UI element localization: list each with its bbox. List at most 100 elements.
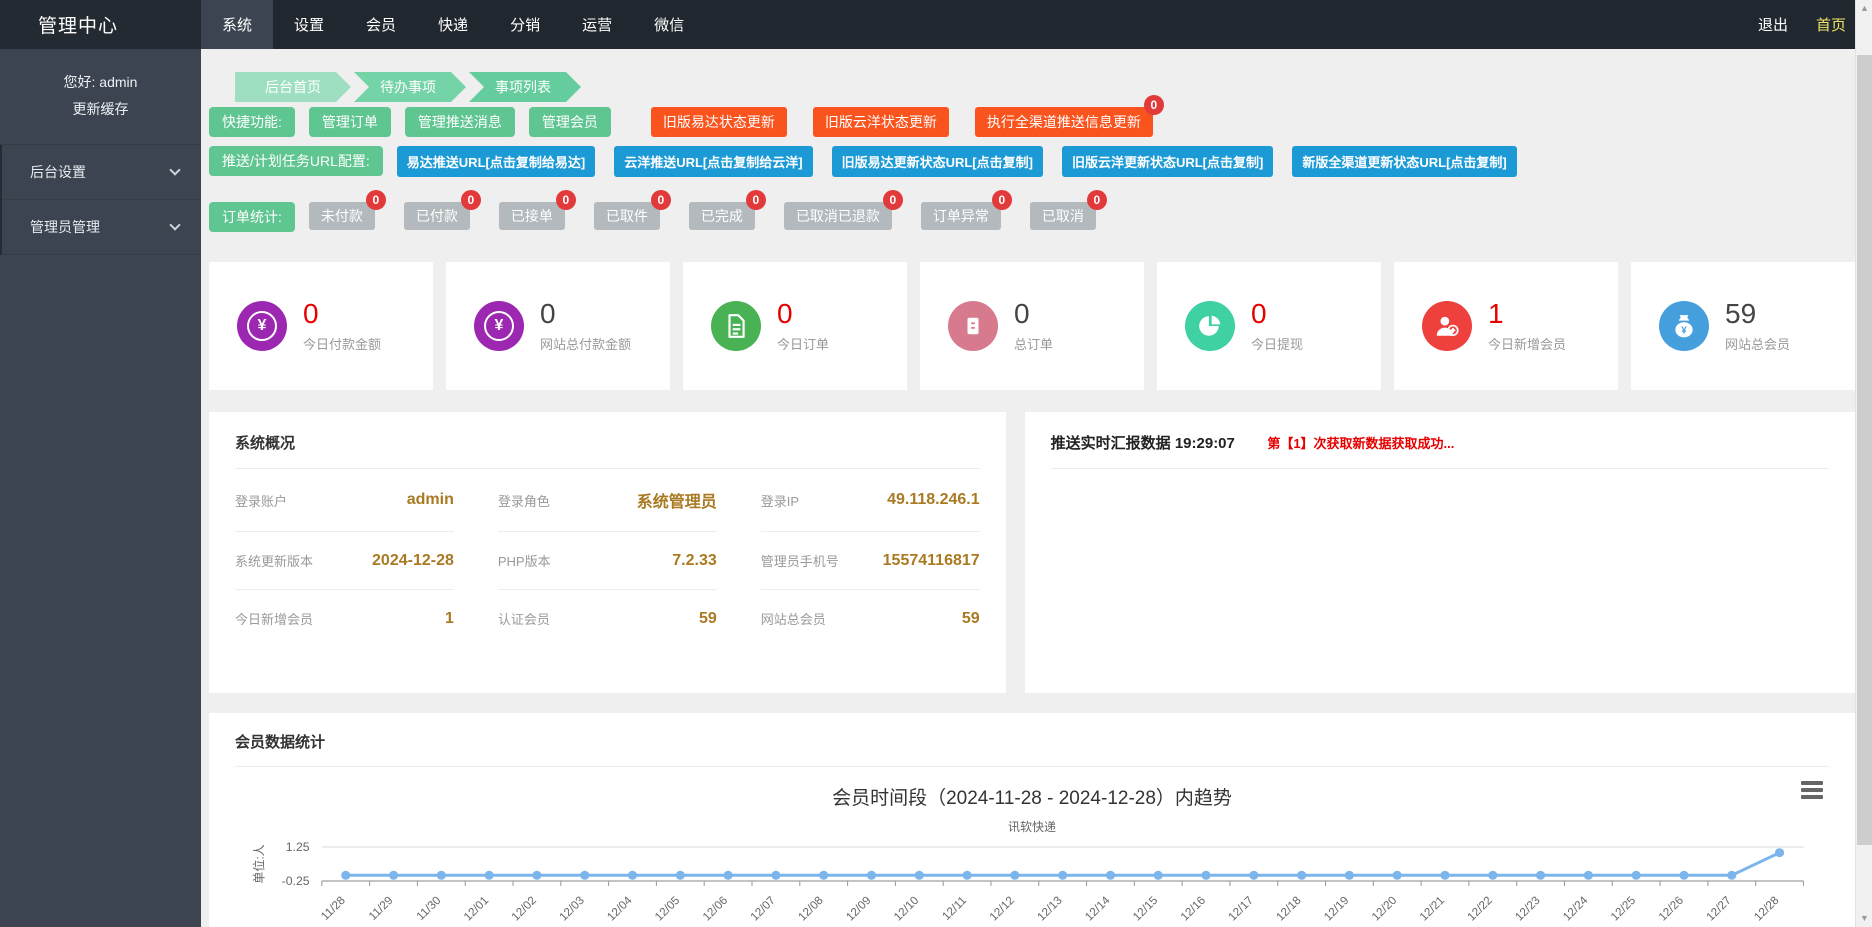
breadcrumb-item[interactable]: 后台首页 (235, 72, 351, 102)
sidebar: 您好: admin 更新缓存 后台设置管理员管理 (0, 49, 201, 927)
count-badge: 0 (1087, 190, 1107, 210)
money-bag-icon: ¥ (1659, 301, 1709, 351)
top-nav-item-分销[interactable]: 分销 (489, 0, 561, 49)
greeting-text: 您好: admin (64, 74, 138, 90)
breadcrumb-item[interactable]: 事项列表 (469, 72, 581, 102)
overview-cell-登录IP: 登录IP 49.118.246.1 (761, 469, 980, 532)
member-trend-chart: 会员时间段（2024-11-28 - 2024-12-28）内趋势 讯软快递 1… (235, 767, 1829, 927)
stat-card-value: 0 (1251, 299, 1303, 330)
overview-cell-网站总会员: 网站总会员59 (761, 590, 980, 647)
push-report-panel: 推送实时汇报数据 19:29:07 第【1】次获取新数据获取成功... (1025, 412, 1855, 693)
quick-button[interactable]: 管理推送消息 (405, 107, 515, 137)
page-scrollbar[interactable]: ▲ ▼ (1855, 0, 1872, 927)
stat-card-今日新增会员: 1今日新增会员 (1394, 262, 1618, 390)
svg-text:12/26: 12/26 (1656, 894, 1686, 923)
overview-cell-管理员手机号: 管理员手机号15574116817 (761, 532, 980, 590)
order-status-button[interactable]: 已完成0 (689, 202, 755, 230)
status-update-button[interactable]: 旧版易达状态更新 (651, 107, 787, 137)
sidebar-item-管理员管理[interactable]: 管理员管理 (2, 200, 201, 255)
top-nav-item-设置[interactable]: 设置 (273, 0, 345, 49)
overview-label: 今日新增会员 (235, 609, 313, 628)
push-report-message: 第【1】次获取新数据获取成功... (1267, 436, 1454, 451)
order-status-button[interactable]: 已取消0 (1030, 202, 1096, 230)
order-status-button[interactable]: 订单异常0 (921, 202, 1001, 230)
push-report-title: 推送实时汇报数据 19:29:07 (1051, 435, 1235, 452)
order-status-button[interactable]: 已取消已退款0 (784, 202, 892, 230)
order-status-button[interactable]: 未付款0 (309, 202, 375, 230)
count-badge: 0 (461, 190, 481, 210)
order-status-button[interactable]: 已接单0 (499, 202, 565, 230)
overview-label: 网站总会员 (761, 609, 826, 628)
svg-text:12/14: 12/14 (1083, 894, 1113, 924)
stat-card-value: 0 (303, 299, 381, 330)
copy-url-button[interactable]: 易达推送URL[点击复制给易达] (397, 146, 595, 177)
stat-card-今日付款金额: ¥0今日付款金额 (209, 262, 433, 390)
chevron-down-icon (169, 165, 180, 176)
copy-url-button[interactable]: 云洋推送URL[点击复制给云洋] (614, 146, 812, 177)
top-nav-item-会员[interactable]: 会员 (345, 0, 417, 49)
svg-text:12/12: 12/12 (987, 894, 1017, 923)
svg-text:11/29: 11/29 (366, 894, 395, 923)
overview-label: 登录角色 (498, 491, 550, 510)
copy-url-button[interactable]: 旧版云洋更新状态URL[点击复制] (1062, 146, 1273, 177)
stat-card-总订单: 0总订单 (920, 262, 1144, 390)
system-overview-panel: 系统概况 登录账户admin登录角色系统管理员登录IP49.118.246.1系… (209, 412, 1006, 693)
top-link-退出[interactable]: 退出 (1758, 14, 1788, 35)
receipt-icon (948, 301, 998, 351)
quick-button[interactable]: 管理会员 (529, 107, 611, 137)
scrollbar-thumb[interactable] (1857, 55, 1872, 845)
svg-text:12/15: 12/15 (1130, 894, 1160, 923)
overview-cell-今日新增会员: 今日新增会员1 (235, 590, 454, 647)
quick-button[interactable]: 管理订单 (309, 107, 391, 137)
copy-url-button[interactable]: 新版全渠道更新状态URL[点击复制] (1292, 146, 1516, 177)
svg-text:12/11: 12/11 (940, 894, 969, 923)
sidebar-item-后台设置[interactable]: 后台设置 (2, 145, 201, 200)
stat-card-body: 0总订单 (1014, 299, 1053, 354)
yen-coin-icon: ¥ (474, 301, 524, 351)
system-overview-grid: 登录账户admin登录角色系统管理员登录IP49.118.246.1系统更新版本… (235, 469, 980, 647)
top-nav-item-运营[interactable]: 运营 (561, 0, 633, 49)
overview-label: 登录IP (761, 491, 799, 510)
copy-url-button[interactable]: 旧版易达更新状态URL[点击复制] (832, 146, 1043, 177)
count-badge: 0 (366, 190, 386, 210)
refresh-cache-link[interactable]: 更新缓存 (10, 96, 191, 123)
top-nav-item-系统[interactable]: 系统 (201, 0, 273, 49)
overview-value: 49.118.246.1 (887, 491, 980, 509)
overview-label: PHP版本 (498, 551, 551, 570)
count-badge: 0 (746, 190, 766, 210)
stat-cards: ¥0 今日付款金额 ¥0网站总付款金额 0 今日订单 0总订单 0 今日提现 1今日新增会员¥5… (209, 262, 1855, 390)
stat-card-value: 0 (777, 299, 829, 330)
order-status-button[interactable]: 已付款0 (404, 202, 470, 230)
chart-menu-icon[interactable] (1801, 781, 1823, 799)
top-nav-item-微信[interactable]: 微信 (633, 0, 705, 49)
count-badge: 0 (992, 190, 1012, 210)
order-stats-label: 订单统计: (209, 202, 295, 232)
scrollbar-up-arrow-icon[interactable]: ▲ (1856, 0, 1872, 17)
breadcrumb-item[interactable]: 待办事项 (354, 72, 466, 102)
stat-card-网站总会员: ¥59网站总会员 (1631, 262, 1855, 390)
svg-text:12/05: 12/05 (652, 894, 682, 923)
chart-title: 会员时间段（2024-11-28 - 2024-12-28）内趋势 (235, 783, 1829, 810)
count-badge: 0 (883, 190, 903, 210)
stat-card-body: 0 今日付款金额 (303, 299, 381, 354)
stat-card-label: 今日订单 (777, 334, 829, 353)
order-status-button[interactable]: 已取件0 (594, 202, 660, 230)
svg-text:12/20: 12/20 (1369, 894, 1399, 923)
svg-text:12/17: 12/17 (1226, 894, 1256, 923)
sidebar-menu: 后台设置管理员管理 (0, 145, 201, 255)
overview-value: admin (407, 491, 454, 509)
top-link-首页[interactable]: 首页 (1816, 14, 1846, 35)
status-update-button[interactable]: 执行全渠道推送信息更新0 (975, 107, 1153, 137)
overview-cell-登录角色: 登录角色系统管理员 (498, 469, 717, 532)
top-nav-item-快递[interactable]: 快递 (417, 0, 489, 49)
quick-actions-row: 快捷功能:管理订单管理推送消息管理会员旧版易达状态更新旧版云洋状态更新执行全渠道… (209, 107, 1855, 137)
trend-line-chart: 1.25-0.2511/2811/2911/3012/0112/0212/031… (235, 835, 1829, 927)
stat-card-label: 今日付款金额 (303, 334, 381, 353)
stat-card-body: 0网站总付款金额 (540, 299, 631, 354)
svg-text:1.25: 1.25 (286, 840, 310, 854)
stat-card-label: 今日提现 (1251, 334, 1303, 353)
status-update-button[interactable]: 旧版云洋状态更新 (813, 107, 949, 137)
stat-card-label: 网站总付款金额 (540, 334, 631, 353)
scrollbar-down-arrow-icon[interactable]: ▼ (1856, 910, 1872, 927)
sidebar-item-label: 管理员管理 (30, 217, 100, 237)
